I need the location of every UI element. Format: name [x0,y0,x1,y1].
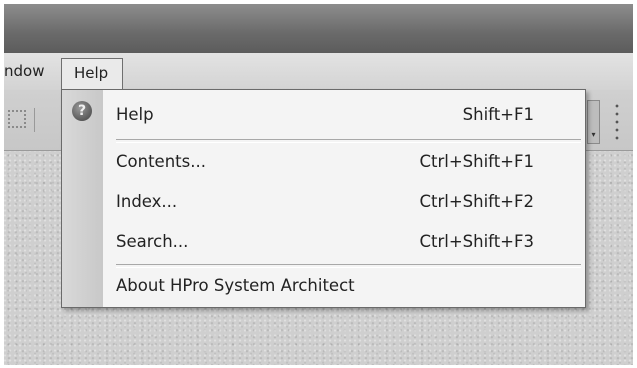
selection-tool-icon[interactable] [8,110,26,128]
menu-help[interactable]: Help [61,58,123,89]
menu-item-about[interactable]: About HPro System Architect [116,271,585,301]
title-bar [4,4,633,53]
menu-bar: ndow Help [4,53,633,90]
toolbar-grip-handle[interactable] [615,102,619,142]
menu-item-shortcut: Shift+F1 [462,105,534,124]
menu-item-shortcut: Ctrl+Shift+F2 [419,192,534,211]
menu-item-label: About HPro System Architect [116,276,355,295]
menu-icon-gutter [62,90,103,307]
menu-separator [116,264,581,268]
menu-item-index[interactable]: Index... Ctrl+Shift+F2 [116,187,585,217]
help-icon: ? [72,101,92,121]
toolbar-dropdown-button[interactable]: ▾ [587,100,600,144]
menu-item-shortcut: Ctrl+Shift+F1 [419,152,534,171]
menu-item-label: Index... [116,192,178,211]
application-window: ndow Help ▾ ? Help Shift+F1 Contents... … [4,4,633,365]
menu-item-search[interactable]: Search... Ctrl+Shift+F3 [116,227,585,257]
menu-window[interactable]: ndow [4,53,44,90]
menu-item-label: Contents... [116,152,206,171]
menu-separator [116,139,581,143]
menu-item-label: Search... [116,232,189,251]
toolbar-separator [34,108,35,132]
menu-item-contents[interactable]: Contents... Ctrl+Shift+F1 [116,147,585,177]
menu-item-shortcut: Ctrl+Shift+F3 [419,232,534,251]
menu-item-label: Help [116,105,154,124]
menu-item-help[interactable]: Help Shift+F1 [116,100,585,130]
chevron-down-icon: ▾ [591,130,596,139]
help-dropdown-menu: ? Help Shift+F1 Contents... Ctrl+Shift+F… [61,89,586,308]
